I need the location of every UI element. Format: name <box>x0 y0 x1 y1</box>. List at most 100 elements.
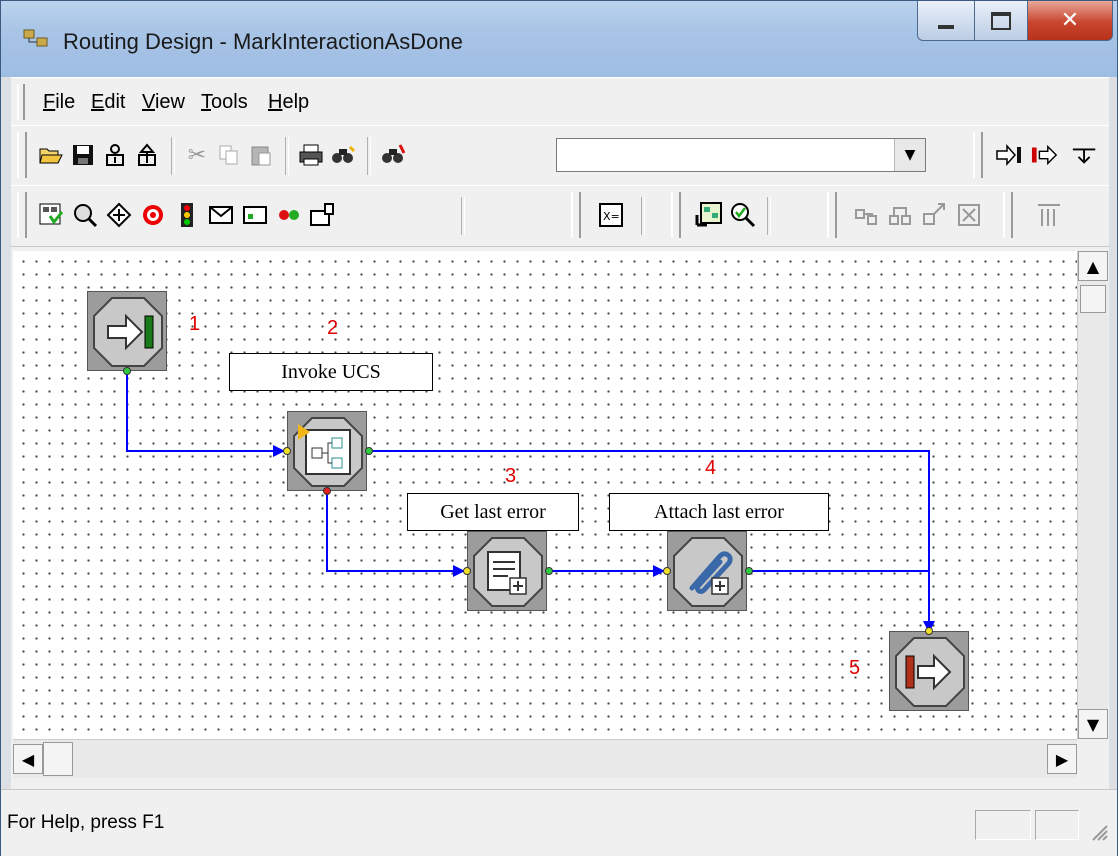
upload-icon[interactable] <box>133 141 161 169</box>
toolbar-separator <box>367 137 371 175</box>
group-icon[interactable] <box>853 201 881 229</box>
expand-icon[interactable] <box>921 201 949 229</box>
menu-help[interactable]: Help <box>268 91 309 114</box>
horizontal-scrollbar[interactable]: ◀ ▶ <box>13 739 1077 778</box>
entry-block[interactable] <box>87 291 167 371</box>
menu-view[interactable]: View <box>142 91 185 114</box>
invoke-output-port[interactable] <box>365 447 373 455</box>
mail-icon[interactable] <box>207 201 235 229</box>
open-icon[interactable] <box>37 141 65 169</box>
toolbar-grip-2[interactable] <box>973 132 983 178</box>
toolbar-grip-7[interactable] <box>1003 192 1013 238</box>
toolbar-grip-4[interactable] <box>571 192 581 238</box>
subroutine-icon[interactable] <box>695 201 723 229</box>
title-bar[interactable]: Routing Design - MarkInteractionAsDone ✕ <box>1 1 1117 77</box>
scroll-up-button[interactable]: ▲ <box>1078 251 1108 281</box>
exit-input-port[interactable] <box>925 627 933 635</box>
menu-edit[interactable]: Edit <box>91 91 125 114</box>
routing-canvas[interactable]: 1 Invoke UCS 2 3 Get last error 4 Attach… <box>13 251 1077 739</box>
blocks-toolbar: X= <box>11 185 1109 247</box>
up-arrow-icon: ▲ <box>1086 256 1100 276</box>
traffic-icon[interactable] <box>173 201 201 229</box>
paperclip-plus-icon <box>673 537 743 607</box>
toolbar-separator <box>767 197 771 235</box>
toolbar-separator <box>171 137 175 175</box>
menu-bar: File Edit View Tools Help <box>11 77 1109 127</box>
block-number-5: 5 <box>849 657 861 679</box>
attach-output-port[interactable] <box>745 567 753 575</box>
status-help-text: For Help, press F1 <box>7 812 165 833</box>
find-combobox[interactable]: ▼ <box>556 138 926 172</box>
link-icon[interactable] <box>275 201 303 229</box>
menu-grip[interactable] <box>17 84 25 120</box>
ungroup-icon[interactable] <box>887 201 915 229</box>
print-icon[interactable] <box>297 141 325 169</box>
left-arrow-icon: ◀ <box>21 749 35 769</box>
scroll-down-button[interactable]: ▼ <box>1078 709 1108 739</box>
svg-text:X=: X= <box>603 210 620 223</box>
app-icon <box>23 29 48 47</box>
scroll-right-button[interactable]: ▶ <box>1047 744 1077 774</box>
invoke-input-port[interactable] <box>283 447 291 455</box>
copy-icon[interactable] <box>215 141 243 169</box>
find-icon[interactable] <box>329 141 357 169</box>
chevron-down-icon[interactable]: ▼ <box>894 139 925 171</box>
save-icon[interactable] <box>69 141 97 169</box>
block-number-3: 3 <box>505 465 517 487</box>
move-icon[interactable] <box>105 201 133 229</box>
exit-block[interactable] <box>889 631 969 711</box>
toolbar-separator <box>641 197 645 235</box>
variables-icon[interactable]: X= <box>597 201 625 229</box>
entry-arrow-icon <box>93 297 163 367</box>
toolbar-grip-5[interactable] <box>671 192 681 238</box>
wire-invoke-to-exit <box>369 450 935 633</box>
get-error-output-port[interactable] <box>545 567 553 575</box>
sms-icon[interactable] <box>309 201 337 229</box>
target-icon[interactable] <box>139 201 167 229</box>
entry-icon[interactable] <box>995 141 1023 169</box>
horizontal-scroll-thumb[interactable] <box>43 742 73 776</box>
subroutine-icon <box>293 417 363 487</box>
maximize-button[interactable] <box>974 1 1028 41</box>
exit-arrow-icon <box>895 637 965 707</box>
query-icon[interactable] <box>71 201 99 229</box>
toolbar-grip-6[interactable] <box>827 192 837 238</box>
delete-icon[interactable] <box>955 201 983 229</box>
find-next-icon[interactable] <box>379 141 407 169</box>
paste-icon[interactable] <box>247 141 275 169</box>
block-number-1: 1 <box>189 313 201 335</box>
maximize-icon <box>991 11 1011 30</box>
minimize-icon <box>938 24 954 29</box>
close-button[interactable]: ✕ <box>1027 1 1113 41</box>
scroll-corner <box>1077 739 1107 777</box>
next-icon[interactable] <box>1071 141 1099 169</box>
minimize-button[interactable] <box>917 1 975 41</box>
invoke-ucs-block[interactable] <box>287 411 367 491</box>
invoke-ucs-label[interactable]: Invoke UCS <box>229 353 433 391</box>
toolbar-grip[interactable] <box>17 132 27 178</box>
attach-last-error-block[interactable] <box>667 531 747 611</box>
menu-file[interactable]: File <box>43 91 75 114</box>
get-error-input-port[interactable] <box>463 567 471 575</box>
vertical-scroll-thumb[interactable] <box>1080 285 1106 313</box>
print-setup-icon[interactable] <box>101 141 129 169</box>
vertical-scrollbar[interactable]: ▲ ▼ <box>1077 251 1108 739</box>
strategy-icon[interactable] <box>37 201 65 229</box>
scroll-left-button[interactable]: ◀ <box>13 744 43 774</box>
columns-icon[interactable] <box>1035 201 1063 229</box>
resize-grip-icon[interactable] <box>1089 822 1109 842</box>
routing-design-window: Routing Design - MarkInteractionAsDone ✕… <box>0 0 1118 856</box>
get-last-error-label[interactable]: Get last error <box>407 493 579 531</box>
attach-input-port[interactable] <box>663 567 671 575</box>
check-icon[interactable] <box>729 201 757 229</box>
toolbar-grip-3[interactable] <box>17 192 27 238</box>
entry-output-port[interactable] <box>123 367 131 375</box>
toolbar-separator <box>285 137 289 175</box>
attach-last-error-label[interactable]: Attach last error <box>609 493 829 531</box>
exit-icon[interactable] <box>1031 141 1059 169</box>
cut-icon[interactable]: ✂ <box>183 141 211 169</box>
menu-tools[interactable]: Tools <box>201 91 248 114</box>
message-icon[interactable] <box>241 201 269 229</box>
invoke-error-port[interactable] <box>323 487 331 495</box>
get-last-error-block[interactable] <box>467 531 547 611</box>
